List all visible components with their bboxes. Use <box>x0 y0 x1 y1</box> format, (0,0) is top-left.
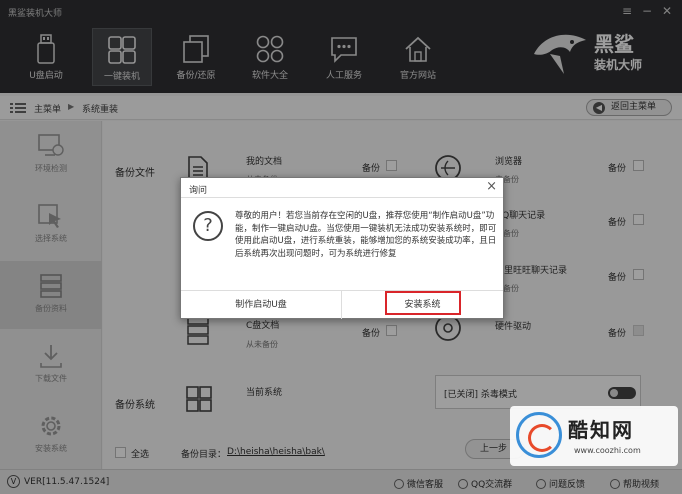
app-window: 黑鲨装机大师 ≡ − ✕ U盘启动 一键装机 备份/还原 软件大全 人工服务 官… <box>0 0 682 494</box>
dialog-message: 尊敬的用户！若您当前存在空闲的U盘，推荐您使用“制作启动U盘”功能，制作一键启动… <box>235 211 497 259</box>
question-icon: ? <box>193 211 223 241</box>
watermark-name: 酷知网 <box>568 418 634 442</box>
coozhi-logo-icon <box>516 412 562 458</box>
make-usb-boot-button[interactable]: 制作启动U盘 <box>181 291 342 319</box>
confirm-dialog: 询问 × ? 尊敬的用户！若您当前存在空闲的U盘，推荐您使用“制作启动U盘”功能… <box>180 177 504 319</box>
highlight-box <box>385 291 461 315</box>
dialog-title: 询问 <box>189 186 208 196</box>
dialog-header: 询问 × <box>181 178 503 198</box>
watermark-url: www.coozhi.com <box>574 446 641 455</box>
watermark-logo: 酷知网 www.coozhi.com <box>510 406 678 466</box>
close-icon[interactable]: × <box>486 180 497 194</box>
